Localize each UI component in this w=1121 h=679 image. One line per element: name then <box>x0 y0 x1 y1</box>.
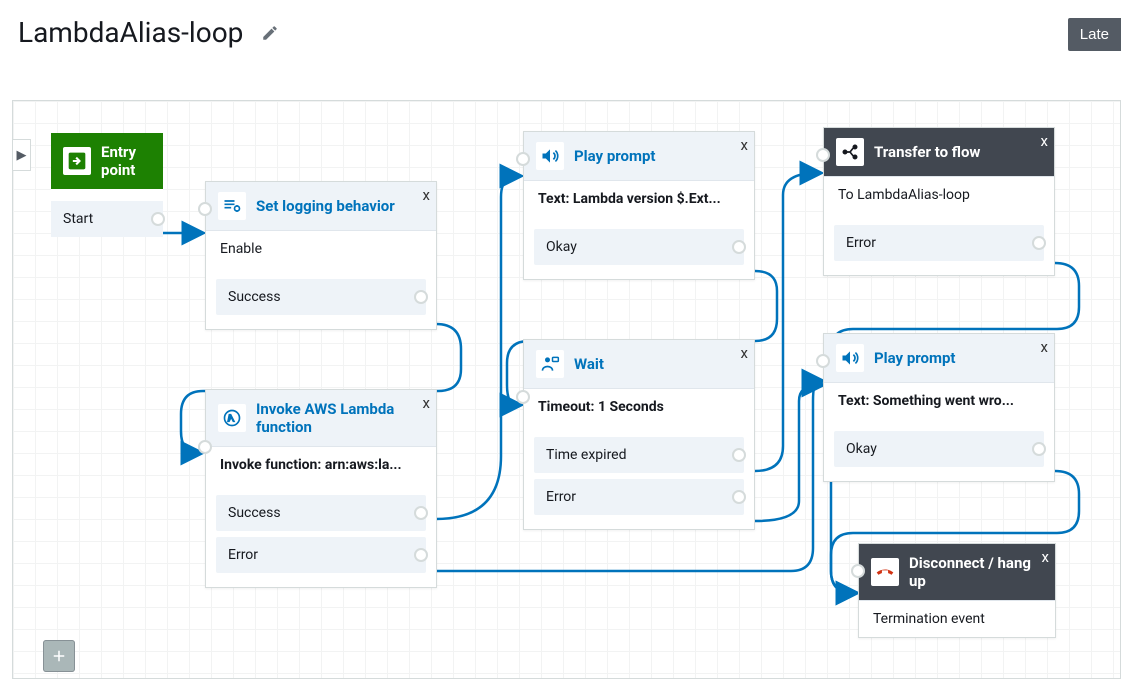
node-set-logging[interactable]: x Set logging behavior Enable Success <box>205 181 437 330</box>
input-port[interactable] <box>816 354 830 368</box>
latest-button[interactable]: Late <box>1068 18 1121 51</box>
close-icon[interactable]: x <box>741 344 748 362</box>
canvas[interactable]: Entry point Start x Set logging behavior… <box>13 101 1120 678</box>
node-body: Invoke function: arn:aws:la... <box>206 447 436 483</box>
flow-title: LambdaAlias-loop <box>18 16 243 49</box>
node-body: Timeout: 1 Seconds <box>524 389 754 425</box>
output-error[interactable]: Error <box>834 225 1044 261</box>
close-icon[interactable]: x <box>423 186 430 204</box>
person-wait-icon <box>536 350 564 378</box>
branch-icon <box>836 138 864 166</box>
node-body: Text: Lambda version $.Ext... <box>524 181 754 217</box>
node-title: Transfer to flow <box>874 143 980 161</box>
node-title: Play prompt <box>574 147 656 165</box>
close-icon[interactable]: x <box>1042 548 1049 566</box>
node-title: Wait <box>574 355 604 373</box>
close-icon[interactable]: x <box>1041 132 1048 150</box>
input-port[interactable] <box>198 440 212 454</box>
node-body: Text: Something went wro... <box>824 383 1054 419</box>
output-time-expired[interactable]: Time expired <box>534 437 744 473</box>
arrow-right-icon <box>63 147 91 175</box>
node-wait[interactable]: x Wait Timeout: 1 Seconds Time expired E… <box>523 339 755 530</box>
settings-list-icon <box>218 192 246 220</box>
speaker-icon <box>536 142 564 170</box>
header: LambdaAlias-loop Late <box>0 0 1121 55</box>
input-port[interactable] <box>516 152 530 166</box>
node-body: Termination event <box>859 601 1055 637</box>
input-port[interactable] <box>816 148 830 162</box>
node-entry-point[interactable]: Entry point Start <box>51 133 163 237</box>
node-body: To LambdaAlias-loop <box>824 177 1054 213</box>
output-okay[interactable]: Okay <box>534 229 744 265</box>
canvas-container: ▶ <box>12 100 1121 679</box>
node-title: Entry point <box>101 143 151 179</box>
close-icon[interactable]: x <box>1041 338 1048 356</box>
output-okay[interactable]: Okay <box>834 431 1044 467</box>
lambda-icon <box>218 404 246 432</box>
output-error[interactable]: Error <box>216 537 426 573</box>
node-play-prompt-2[interactable]: x Play prompt Text: Something went wro..… <box>823 333 1055 482</box>
close-icon[interactable]: x <box>741 136 748 154</box>
input-port[interactable] <box>516 390 530 404</box>
hangup-icon <box>871 558 899 586</box>
node-body: Enable <box>206 231 436 267</box>
input-port[interactable] <box>851 564 865 578</box>
output-start[interactable]: Start <box>51 201 163 237</box>
node-title: Play prompt <box>874 349 956 367</box>
node-title: Invoke AWS Lambda function <box>256 400 406 436</box>
close-icon[interactable]: x <box>423 394 430 412</box>
output-success[interactable]: Success <box>216 495 426 531</box>
output-success[interactable]: Success <box>216 279 426 315</box>
page: LambdaAlias-loop Late ▶ <box>0 0 1121 679</box>
speaker-icon <box>836 344 864 372</box>
node-disconnect[interactable]: x Disconnect / hang up Termination event <box>858 543 1056 638</box>
node-invoke-lambda[interactable]: x Invoke AWS Lambda function Invoke func… <box>205 389 437 588</box>
node-transfer-flow[interactable]: x Transfer to flow To LambdaAlias-loop E… <box>823 127 1055 276</box>
node-title: Disconnect / hang up <box>909 554 1043 590</box>
edit-icon[interactable] <box>261 24 279 42</box>
node-title: Set logging behavior <box>256 197 395 215</box>
output-error[interactable]: Error <box>534 479 744 515</box>
node-play-prompt-1[interactable]: x Play prompt Text: Lambda version $.Ext… <box>523 131 755 280</box>
input-port[interactable] <box>198 202 212 216</box>
